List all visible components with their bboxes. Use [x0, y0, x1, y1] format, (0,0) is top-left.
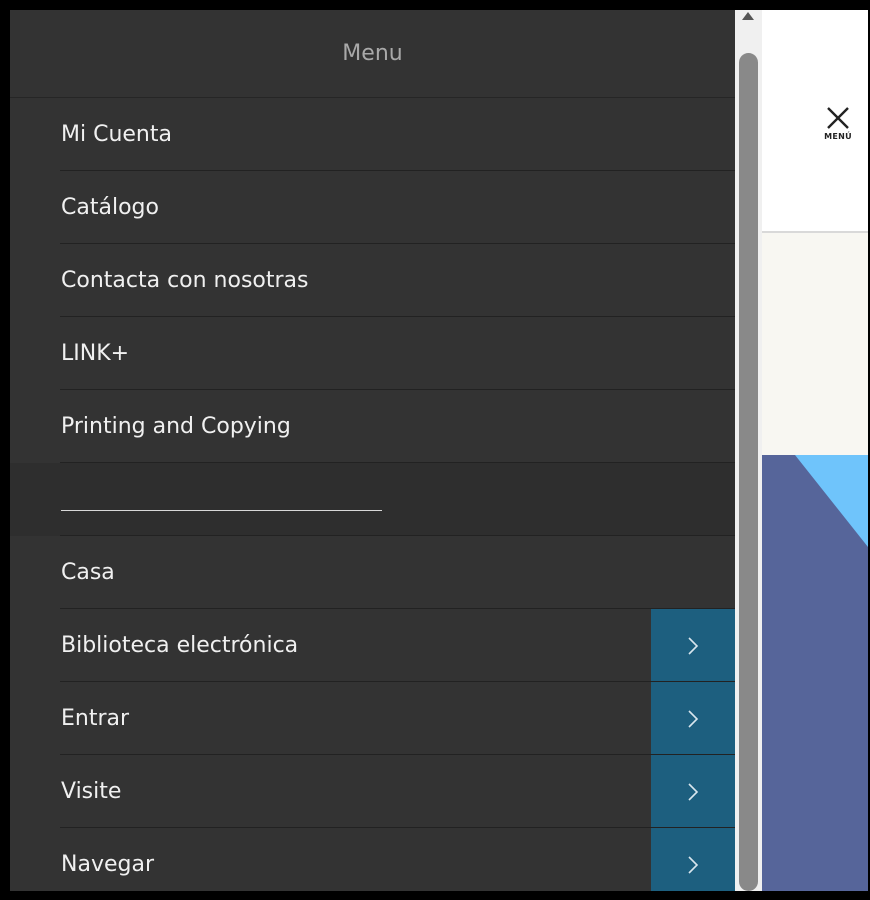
- menu-item-entrar[interactable]: Entrar: [10, 682, 735, 755]
- hero-banner: [762, 455, 868, 891]
- chevron-right-icon: [688, 856, 699, 874]
- menu-item-label: Entrar: [61, 706, 130, 731]
- menu-item-label: Navegar: [61, 852, 154, 877]
- menu-item-casa[interactable]: Casa: [10, 536, 735, 609]
- close-menu-caption: MENÚ: [824, 132, 852, 141]
- menu-item-visite[interactable]: Visite: [10, 755, 735, 828]
- menu-item-label: Printing and Copying: [61, 414, 291, 439]
- scrollbar-thumb[interactable]: [739, 53, 758, 891]
- menu-item-catalogo[interactable]: Catálogo: [10, 171, 735, 244]
- menu-item-label: Mi Cuenta: [61, 122, 172, 147]
- menu-item-label: Visite: [61, 779, 122, 804]
- page-content: MENÚ: [762, 10, 868, 891]
- drawer-title: Menu: [10, 10, 735, 98]
- menu-divider-row: [10, 463, 735, 536]
- submenu-toggle-button[interactable]: [651, 609, 735, 682]
- submenu-toggle-button[interactable]: [651, 682, 735, 755]
- navigation-drawer: Menu Mi Cuenta Catálogo Contacta con nos…: [10, 10, 735, 891]
- close-menu-button[interactable]: MENÚ: [818, 105, 858, 141]
- scroll-up-arrow-icon[interactable]: [742, 12, 754, 20]
- hero-graphic: [762, 455, 868, 891]
- menu-divider: [61, 510, 382, 511]
- menu-item-biblioteca-electronica[interactable]: Biblioteca electrónica: [10, 609, 735, 682]
- chevron-right-icon: [688, 783, 699, 801]
- content-band: [762, 233, 868, 455]
- drawer-scrollbar[interactable]: [735, 10, 762, 891]
- menu-item-link-plus[interactable]: LINK+: [10, 317, 735, 390]
- menu-item-mi-cuenta[interactable]: Mi Cuenta: [10, 98, 735, 171]
- chevron-right-icon: [688, 637, 699, 655]
- menu-item-label: LINK+: [61, 341, 130, 366]
- browser-viewport: Menu Mi Cuenta Catálogo Contacta con nos…: [10, 10, 868, 891]
- chevron-right-icon: [688, 710, 699, 728]
- menu-item-navegar[interactable]: Navegar: [10, 828, 735, 891]
- menu-item-printing-copying[interactable]: Printing and Copying: [10, 390, 735, 463]
- menu-item-label: Catálogo: [61, 195, 159, 220]
- submenu-toggle-button[interactable]: [651, 755, 735, 828]
- close-icon: [827, 107, 849, 129]
- menu-item-label: Casa: [61, 560, 115, 585]
- menu-item-label: Contacta con nosotras: [61, 268, 309, 293]
- submenu-toggle-button[interactable]: [651, 828, 735, 891]
- menu-item-contacta[interactable]: Contacta con nosotras: [10, 244, 735, 317]
- menu-item-label: Biblioteca electrónica: [61, 633, 299, 658]
